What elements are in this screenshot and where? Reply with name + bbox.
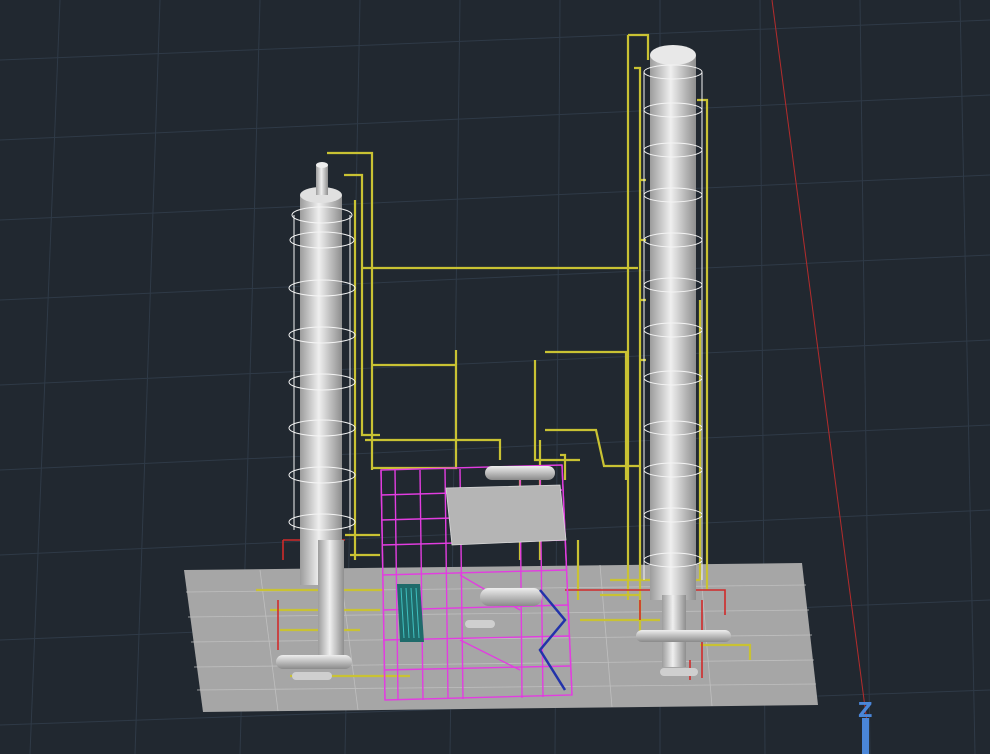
heat-exchanger (397, 584, 424, 642)
model-viewport[interactable]: Z (0, 0, 990, 754)
ucs-z-label: Z (858, 698, 873, 722)
middle-drum (480, 588, 542, 606)
top-drum (485, 466, 555, 480)
ucs-icon (862, 718, 869, 754)
structure-deck (445, 484, 567, 546)
